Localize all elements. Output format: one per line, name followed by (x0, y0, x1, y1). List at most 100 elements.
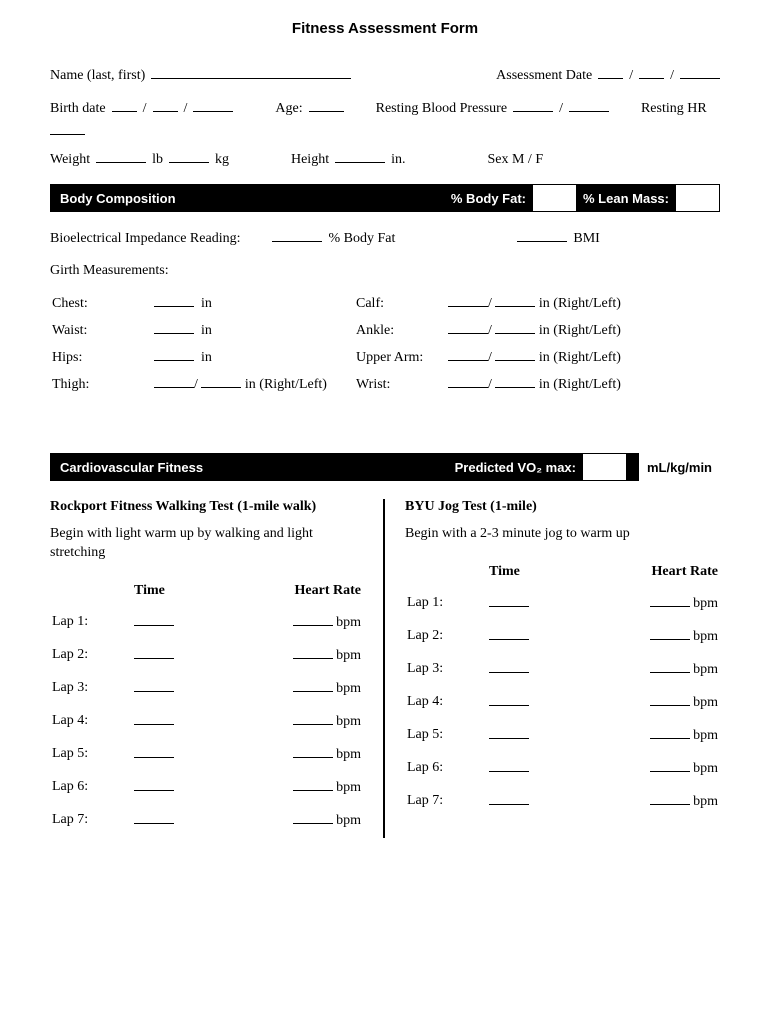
row-weight-height-sex: Weight lb kg Height in. Sex M / F (50, 151, 720, 168)
r-lap7-time[interactable] (134, 812, 174, 824)
weight-kg-input[interactable] (169, 151, 209, 163)
b-lap3-hr[interactable] (650, 661, 690, 673)
r-lap1-hr[interactable] (293, 614, 333, 626)
r-lap2-time[interactable] (134, 647, 174, 659)
bio-bodyfat-input[interactable] (272, 230, 322, 242)
assessment-date-label: Assessment Date (496, 68, 592, 84)
bp-label: Resting Blood Pressure (376, 101, 507, 117)
bmi-text: BMI (573, 231, 599, 247)
birthdate-label: Birth date (50, 101, 106, 117)
waist-input[interactable] (154, 322, 194, 334)
r-lap3-time[interactable] (134, 680, 174, 692)
b-lap7-hr[interactable] (650, 793, 690, 805)
page-title: Fitness Assessment Form (50, 20, 720, 37)
bmi-input[interactable] (517, 230, 567, 242)
hips-input[interactable] (154, 349, 194, 361)
bioelectrical-label: Bioelectrical Impedance Reading: (50, 231, 240, 247)
r-lap5-time[interactable] (134, 746, 174, 758)
kg-unit: kg (215, 152, 229, 168)
body-composition-header: Body Composition % Body Fat: % Lean Mass… (50, 184, 720, 212)
bp-sys[interactable] (513, 100, 553, 112)
sex-label: Sex M / F (487, 152, 543, 168)
height-input[interactable] (335, 151, 385, 163)
body-fat-label: % Body Fat: (451, 191, 526, 206)
b-lap2-hr[interactable] (650, 628, 690, 640)
age-input[interactable] (309, 100, 344, 112)
cardio-tests: Rockport Fitness Walking Test (1-mile wa… (50, 499, 720, 838)
b-lap6-hr[interactable] (650, 760, 690, 772)
r-lap4-time[interactable] (134, 713, 174, 725)
date-mm[interactable] (598, 67, 623, 79)
row-name-date: Name (last, first) Assessment Date // (50, 67, 720, 84)
rockport-title: Rockport Fitness Walking Test (1-mile wa… (50, 499, 363, 515)
bp-dia[interactable] (569, 100, 609, 112)
birth-yy[interactable] (193, 100, 233, 112)
rockport-sub: Begin with light warm up by walking and … (50, 525, 363, 563)
b-lap7-time[interactable] (489, 793, 529, 805)
lb-unit: lb (152, 152, 163, 168)
byu-sub: Begin with a 2-3 minute jog to warm up (405, 525, 720, 544)
body-fat-box[interactable] (532, 184, 577, 212)
byu-title: BYU Jog Test (1-mile) (405, 499, 720, 515)
b-lap1-time[interactable] (489, 595, 529, 607)
lean-mass-box[interactable] (675, 184, 720, 212)
r-lap2-hr[interactable] (293, 647, 333, 659)
rockport-lap-table: TimeHeart Rate Lap 1: bpm Lap 2: bpm Lap… (50, 581, 363, 838)
wrist-label: Wrist: (356, 372, 446, 397)
r-lap6-time[interactable] (134, 779, 174, 791)
r-lap5-hr[interactable] (293, 746, 333, 758)
body-comp-title: Body Composition (60, 191, 451, 206)
hips-label: Hips: (52, 345, 152, 370)
birth-mm[interactable] (112, 100, 137, 112)
b-lap4-time[interactable] (489, 694, 529, 706)
chest-input[interactable] (154, 295, 194, 307)
wrist-l[interactable] (495, 376, 535, 388)
b-lap5-hr[interactable] (650, 727, 690, 739)
b-lap5-time[interactable] (489, 727, 529, 739)
ankle-r[interactable] (448, 322, 488, 334)
date-yy[interactable] (680, 67, 720, 79)
b-lap6-time[interactable] (489, 760, 529, 772)
upperarm-l[interactable] (495, 349, 535, 361)
weight-lb-input[interactable] (96, 151, 146, 163)
lean-mass-label: % Lean Mass: (583, 191, 669, 206)
b-lap3-time[interactable] (489, 661, 529, 673)
name-label: Name (last, first) (50, 68, 145, 84)
upperarm-r[interactable] (448, 349, 488, 361)
birth-dd[interactable] (153, 100, 178, 112)
chest-label: Chest: (52, 291, 152, 316)
byu-test: BYU Jog Test (1-mile) Begin with a 2-3 m… (385, 499, 720, 838)
cardio-header: Cardiovascular Fitness Predicted VO₂ max… (50, 453, 720, 481)
b-lap4-hr[interactable] (650, 694, 690, 706)
weight-label: Weight (50, 152, 90, 168)
waist-label: Waist: (52, 318, 152, 343)
calf-r[interactable] (448, 295, 488, 307)
r-lap4-hr[interactable] (293, 713, 333, 725)
b-lap1-hr[interactable] (650, 595, 690, 607)
girth-table: Chest: in Calf: / in (Right/Left) Waist:… (50, 289, 720, 399)
vo2-label: Predicted VO₂ max: (455, 460, 576, 475)
thigh-r[interactable] (154, 376, 194, 388)
pct-bodyfat-text: % Body Fat (328, 231, 395, 247)
hr-input[interactable] (50, 123, 85, 135)
upperarm-label: Upper Arm: (356, 345, 446, 370)
hr-label: Resting HR (641, 101, 707, 117)
vo2-input[interactable] (582, 453, 627, 481)
b-lap2-time[interactable] (489, 628, 529, 640)
r-lap3-hr[interactable] (293, 680, 333, 692)
cardio-title: Cardiovascular Fitness (60, 460, 455, 475)
girth-header: Girth Measurements: (50, 263, 720, 279)
vo2-unit: mL/kg/min (639, 453, 720, 481)
age-label: Age: (275, 101, 302, 117)
ankle-l[interactable] (495, 322, 535, 334)
date-dd[interactable] (639, 67, 664, 79)
r-lap7-hr[interactable] (293, 812, 333, 824)
wrist-r[interactable] (448, 376, 488, 388)
rockport-test: Rockport Fitness Walking Test (1-mile wa… (50, 499, 385, 838)
thigh-l[interactable] (201, 376, 241, 388)
ankle-label: Ankle: (356, 318, 446, 343)
name-input[interactable] (151, 67, 351, 79)
calf-l[interactable] (495, 295, 535, 307)
r-lap6-hr[interactable] (293, 779, 333, 791)
r-lap1-time[interactable] (134, 614, 174, 626)
